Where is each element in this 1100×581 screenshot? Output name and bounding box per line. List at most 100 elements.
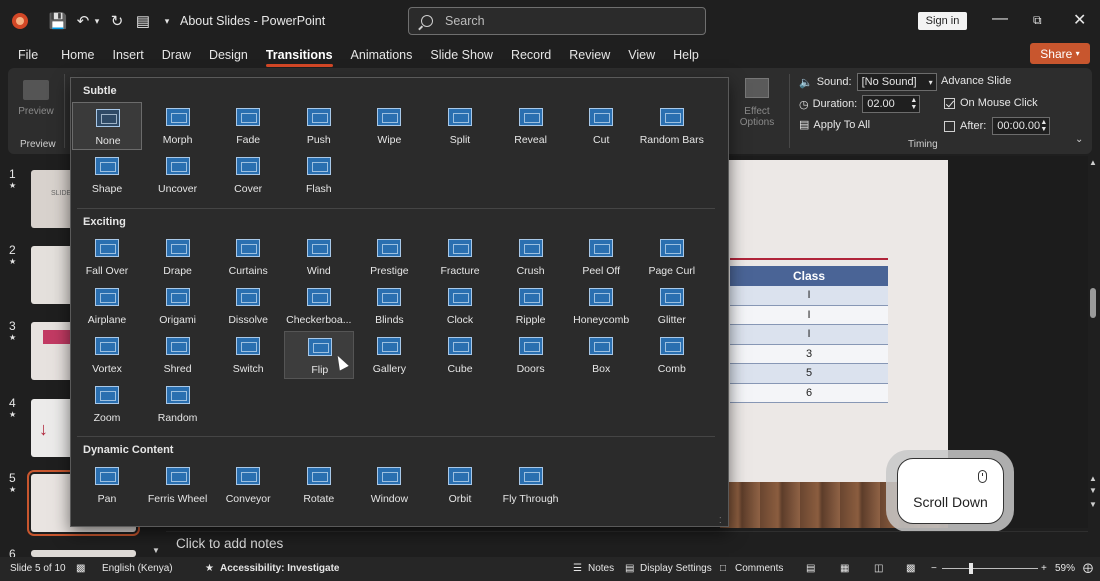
customize-qat-icon[interactable]: ▾: [162, 0, 172, 42]
redo-icon[interactable]: ↻: [108, 0, 126, 42]
tab-insert[interactable]: Insert: [113, 48, 144, 62]
transition-blinds[interactable]: Blinds: [354, 282, 424, 330]
zoom-slider-thumb[interactable]: [969, 563, 973, 574]
transition-switch[interactable]: Switch: [213, 331, 283, 379]
after-input[interactable]: 00:00.00 ▲ ▼: [992, 117, 1051, 135]
transition-morph[interactable]: Morph: [143, 102, 213, 150]
on-mouse-click-checkbox[interactable]: On Mouse Click: [944, 97, 1038, 109]
transition-cube[interactable]: Cube: [425, 331, 495, 379]
transition-ripple[interactable]: Ripple: [496, 282, 566, 330]
search-box[interactable]: Search: [408, 7, 706, 35]
transition-shred[interactable]: Shred: [143, 331, 213, 379]
tab-transitions[interactable]: Transitions: [265, 48, 333, 67]
transition-cut[interactable]: Cut: [566, 102, 636, 150]
share-button[interactable]: Share ▾: [1030, 43, 1090, 64]
spinner-icon[interactable]: ▲ ▼: [910, 97, 917, 111]
vertical-scrollbar[interactable]: [1088, 156, 1100, 528]
transition-split[interactable]: Split: [425, 102, 495, 150]
resize-grip-icon[interactable]: ⁚: [719, 516, 722, 525]
transition-vortex[interactable]: Vortex: [72, 331, 142, 379]
transition-clock[interactable]: Clock: [425, 282, 495, 330]
transition-random-bars[interactable]: Random Bars: [637, 102, 707, 150]
tab-record[interactable]: Record: [511, 48, 551, 62]
scroll-down-icon[interactable]: ▼: [1089, 486, 1097, 495]
close-icon[interactable]: ✕: [1073, 10, 1086, 30]
zoom-level[interactable]: 59%: [1055, 563, 1075, 574]
transition-wind[interactable]: Wind: [284, 233, 354, 281]
transition-fracture[interactable]: Fracture: [425, 233, 495, 281]
sign-in-button[interactable]: Sign in: [918, 12, 967, 30]
transition-curtains[interactable]: Curtains: [213, 233, 283, 281]
transition-orbit[interactable]: Orbit: [425, 461, 495, 509]
effect-options-button[interactable]: Effect Options: [732, 78, 782, 128]
thumbs-scroll-down-icon[interactable]: ▼: [152, 546, 160, 555]
transition-rotate[interactable]: Rotate: [284, 461, 354, 509]
transition-peel-off[interactable]: Peel Off: [566, 233, 636, 281]
apply-to-all-button[interactable]: ▤ Apply To All: [799, 118, 870, 132]
transition-drape[interactable]: Drape: [143, 233, 213, 281]
transition-cover[interactable]: Cover: [213, 151, 283, 199]
transition-random[interactable]: Random: [143, 380, 213, 428]
tab-draw[interactable]: Draw: [162, 48, 191, 62]
transition-window[interactable]: Window: [354, 461, 424, 509]
accessibility-status[interactable]: Accessibility: Investigate: [220, 563, 340, 574]
zoom-in-icon[interactable]: +: [1041, 563, 1047, 574]
reading-view-icon[interactable]: ◫: [874, 563, 883, 574]
transition-origami[interactable]: Origami: [143, 282, 213, 330]
tab-review[interactable]: Review: [569, 48, 610, 62]
notes-pane[interactable]: [166, 531, 1088, 557]
transition-glitter[interactable]: Glitter: [637, 282, 707, 330]
transition-fall-over[interactable]: Fall Over: [72, 233, 142, 281]
transition-pan[interactable]: Pan: [72, 461, 142, 509]
transition-comb[interactable]: Comb: [637, 331, 707, 379]
sound-dropdown[interactable]: [No Sound] ▾: [856, 73, 937, 91]
zoom-slider[interactable]: [942, 568, 1038, 569]
tab-view[interactable]: View: [628, 48, 655, 62]
zoom-out-icon[interactable]: −: [931, 563, 937, 574]
transition-page-curl[interactable]: Page Curl: [637, 233, 707, 281]
previous-slide-icon[interactable]: ▲: [1089, 474, 1097, 483]
tab-slide-show[interactable]: Slide Show: [430, 48, 493, 62]
transition-flash[interactable]: Flash: [284, 151, 354, 199]
undo-icon[interactable]: ↶: [74, 0, 92, 42]
display-settings-button[interactable]: Display Settings: [640, 563, 712, 574]
spelling-icon[interactable]: ▩: [76, 563, 85, 574]
slideshow-view-icon[interactable]: ▩: [906, 563, 915, 574]
save-icon[interactable]: 💾: [48, 0, 68, 42]
transition-prestige[interactable]: Prestige: [354, 233, 424, 281]
scroll-up-icon[interactable]: ▲: [1089, 158, 1097, 167]
transition-none[interactable]: None: [72, 102, 142, 150]
transition-fade[interactable]: Fade: [213, 102, 283, 150]
collapse-ribbon-icon[interactable]: ⌄: [1075, 134, 1083, 145]
transition-doors[interactable]: Doors: [496, 331, 566, 379]
slide-sorter-icon[interactable]: ▦: [840, 563, 849, 574]
tab-file[interactable]: File: [18, 48, 38, 62]
tab-help[interactable]: Help: [673, 48, 699, 62]
undo-dropdown-icon[interactable]: ▾: [92, 0, 102, 42]
duration-input[interactable]: 02.00 ▲ ▼: [862, 95, 921, 113]
scrollbar-thumb[interactable]: [1090, 288, 1096, 318]
language-status[interactable]: English (Kenya): [102, 563, 173, 574]
after-checkbox[interactable]: [944, 120, 955, 132]
minimize-icon[interactable]: —: [992, 10, 1008, 28]
tab-design[interactable]: Design: [209, 48, 248, 62]
slide-table[interactable]: Class I I I 3 5 6: [730, 266, 888, 403]
transition-conveyor[interactable]: Conveyor: [213, 461, 283, 509]
transition-wipe[interactable]: Wipe: [354, 102, 424, 150]
transition-checkerboa[interactable]: Checkerboa...: [284, 282, 354, 330]
next-slide-icon[interactable]: ▼: [1089, 500, 1097, 509]
transition-zoom[interactable]: Zoom: [72, 380, 142, 428]
transition-fly-through[interactable]: Fly Through: [496, 461, 566, 509]
transition-reveal[interactable]: Reveal: [496, 102, 566, 150]
transition-ferris-wheel[interactable]: Ferris Wheel: [143, 461, 213, 509]
comments-button[interactable]: Comments: [735, 563, 783, 574]
transition-gallery[interactable]: Gallery: [354, 331, 424, 379]
presentation-icon[interactable]: ▤: [134, 0, 152, 42]
transition-honeycomb[interactable]: Honeycomb: [566, 282, 636, 330]
tab-animations[interactable]: Animations: [351, 48, 413, 62]
transition-uncover[interactable]: Uncover: [143, 151, 213, 199]
transition-push[interactable]: Push: [284, 102, 354, 150]
transition-crush[interactable]: Crush: [496, 233, 566, 281]
preview-button[interactable]: Preview: [16, 80, 56, 117]
restore-icon[interactable]: ⧉: [1033, 13, 1042, 28]
